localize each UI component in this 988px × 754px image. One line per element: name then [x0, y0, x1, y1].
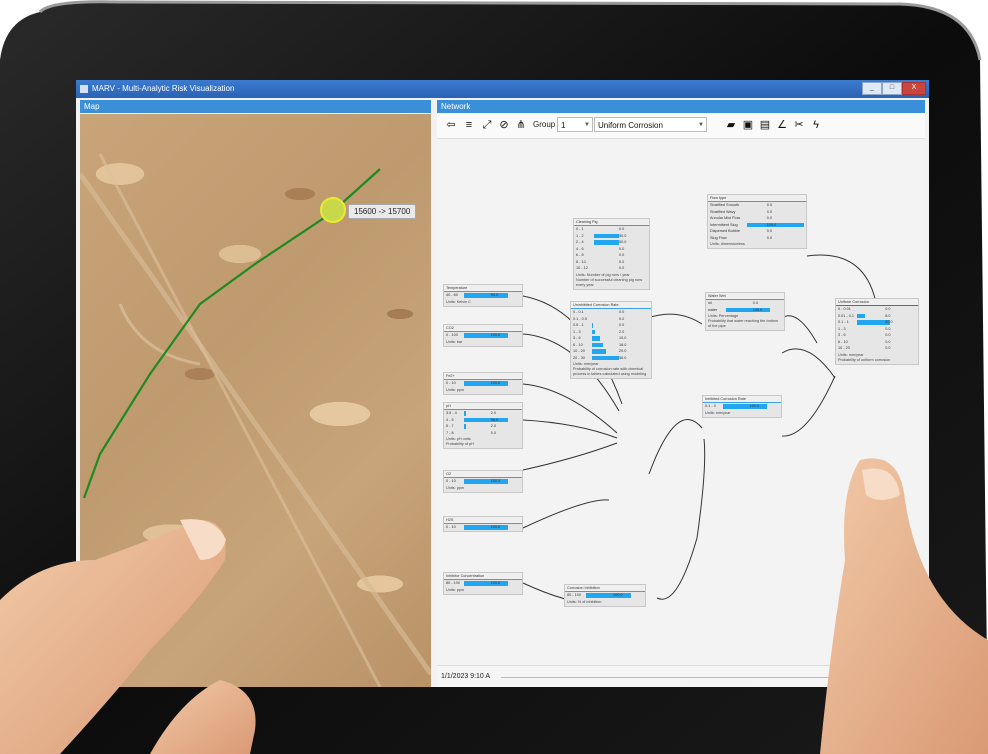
node-inhibitor-concentration[interactable]: Inhibitor Concentration 80 - 100 100.0 Un…: [443, 572, 523, 595]
node-ph[interactable]: pH 3.5 - 4 2.0 4 - 5 96.0 5 - 7 2.0 7 - 8 0.…: [443, 402, 523, 449]
lightning-icon[interactable]: ϟ: [809, 118, 823, 132]
map-panel-header: Map: [80, 100, 431, 113]
close-button[interactable]: X: [902, 82, 926, 95]
network-panel-header: Network: [437, 100, 925, 113]
satellite-map[interactable]: [80, 114, 431, 687]
node-flow-type[interactable]: Flow type Stratified Smooth 0.0 Stratifie…: [707, 194, 807, 249]
minimize-button[interactable]: _: [862, 82, 882, 95]
node-uniform-corrosion[interactable]: Uniform Corrosion 0 - 0.01 0.0 0.01 - 0.1…: [835, 298, 919, 365]
node-o2[interactable]: O2 0 - 10 100.0 Units: ppm: [443, 470, 523, 493]
group-select-value: 1: [561, 121, 566, 130]
chevron-down-icon: ▼: [584, 122, 590, 128]
node-corrosion-inhibition[interactable]: Corrosion Inhibition 80 - 100 100.0 Units…: [564, 584, 646, 607]
time-slider-track[interactable]: [501, 677, 911, 678]
node-water-wet[interactable]: Water Wet oil 0.0 water 100.0 Units: Perce…: [705, 292, 785, 331]
compass-icon[interactable]: ⊘: [497, 118, 511, 132]
app-screen: MARV - Multi-Analytic Risk Visualization…: [76, 80, 929, 687]
save-as-icon[interactable]: ▤: [758, 118, 772, 132]
expand-icon[interactable]: ⤢: [480, 118, 494, 132]
node-temperature[interactable]: Temperature 40 - 60 99.0 Units: Kelvin C: [443, 284, 523, 307]
timestamp-label: 1/1/2023 9:10 A: [441, 673, 491, 680]
network-toolbar: ⇦ ≡ ⤢ ⊘ ⋔ Group 1 ▼ Uniform Corrosion ▼ …: [437, 114, 925, 139]
time-slider-bar: 1/1/2023 9:10 A: [437, 665, 925, 687]
maximize-button[interactable]: □: [882, 82, 902, 95]
node-fe[interactable]: Fe2+ 0 - 10 100.0 Units: ppm: [443, 372, 523, 395]
node-uninhibited-corrosion-rate[interactable]: Uninhibited Corrosion Rate 0 - 0.1 0.0 0.…: [570, 301, 652, 379]
back-icon[interactable]: ⇦: [444, 118, 458, 132]
map-panel-title: Map: [84, 102, 100, 111]
group-label: Group: [533, 120, 556, 129]
app-icon: [80, 85, 88, 93]
pipeline-segment-marker[interactable]: [320, 197, 346, 223]
network-panel-title: Network: [441, 102, 471, 111]
window-titlebar: MARV - Multi-Analytic Risk Visualization…: [76, 80, 929, 98]
node-h2s[interactable]: H2S 0 - 10 100.0: [443, 516, 523, 532]
time-slider-thumb[interactable]: [873, 671, 880, 684]
chevron-down-icon: ▼: [698, 122, 704, 128]
pick-icon[interactable]: ∠: [775, 118, 789, 132]
target-node-select[interactable]: Uniform Corrosion ▼: [594, 117, 707, 132]
group-select[interactable]: 1 ▼: [557, 117, 593, 132]
node-cleaning-pig[interactable]: Cleaning Pig 0 - 1 0.0 1 - 2 50.0 2 - 4 50.…: [573, 218, 650, 290]
folder-icon[interactable]: ▰: [724, 118, 738, 132]
hierarchy-icon[interactable]: ⋔: [514, 118, 528, 132]
node-inhibited-corrosion-rate[interactable]: Inhibited Corrosion Rate 0.1 - 3 100.0 Un…: [702, 395, 782, 418]
network-panel: ⇦ ≡ ⤢ ⊘ ⋔ Group 1 ▼ Uniform Corrosion ▼ …: [437, 114, 925, 687]
window-title: MARV - Multi-Analytic Risk Visualization: [92, 84, 235, 93]
tools-icon[interactable]: ✂: [792, 118, 806, 132]
target-node-value: Uniform Corrosion: [598, 121, 663, 130]
segment-tooltip: 15600 -> 15700: [348, 204, 417, 219]
save-icon[interactable]: ▣: [741, 118, 755, 132]
menu-icon[interactable]: ≡: [462, 118, 476, 132]
node-co2[interactable]: CO2 0 - 100 100.0 Units: bar: [443, 324, 523, 347]
